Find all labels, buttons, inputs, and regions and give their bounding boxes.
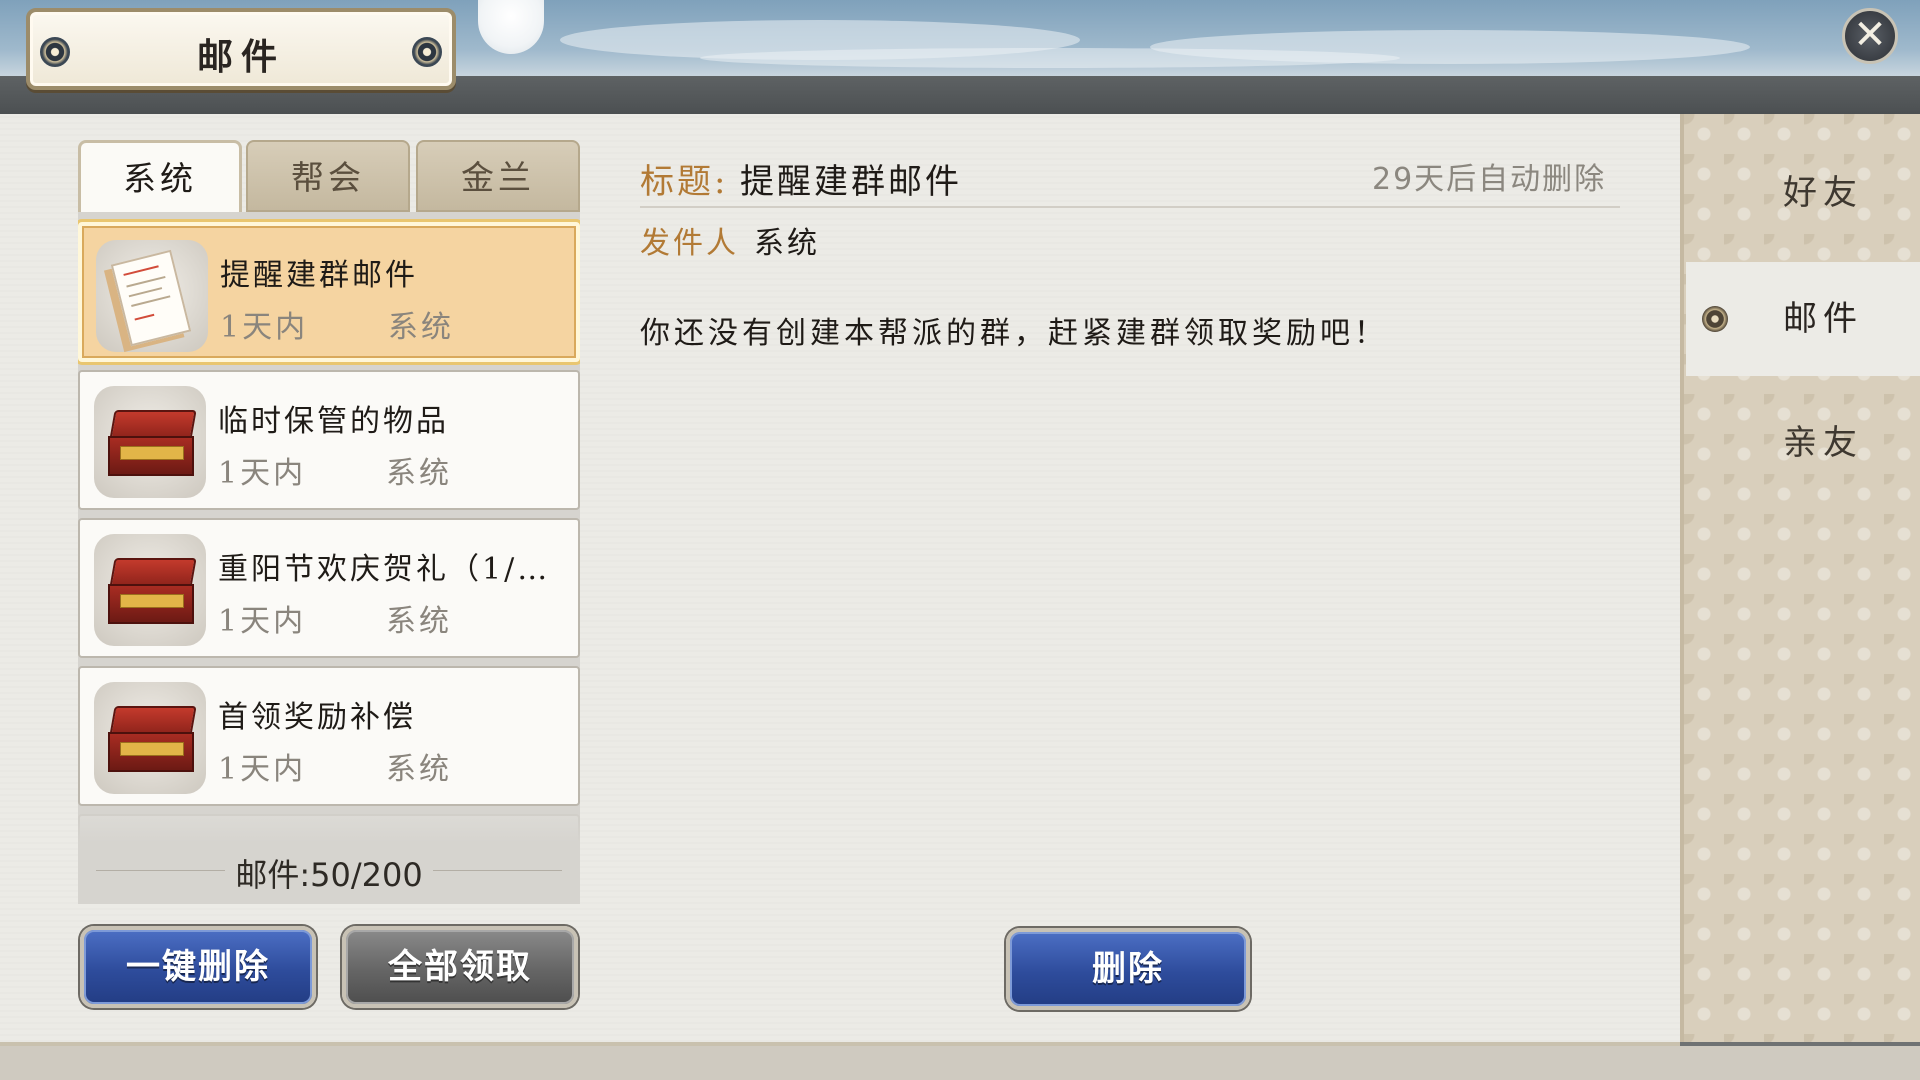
cloud-decoration xyxy=(700,48,1400,68)
claim-all-button[interactable]: 全部领取 xyxy=(342,926,578,1008)
mail-list-item[interactable]: 首领奖励补偿 1天内 系统 xyxy=(78,666,580,806)
mail-time: 1天内 xyxy=(218,752,307,787)
mail-sender: 系统 xyxy=(386,456,452,491)
scroll-icon xyxy=(110,249,192,347)
divider xyxy=(640,206,1620,208)
side-tab-relatives[interactable]: 亲友 xyxy=(1686,386,1920,500)
mail-list-item[interactable]: 重阳节欢庆贺礼（1/… 1天内 系统 xyxy=(78,518,580,658)
mail-icon-frame xyxy=(94,386,206,498)
mail-sender: 系统 xyxy=(388,310,454,345)
mail-list-item[interactable]: 临时保管的物品 1天内 系统 xyxy=(78,370,580,510)
side-tab-label: 邮件 xyxy=(1783,299,1863,339)
bottom-strip xyxy=(0,1046,1920,1080)
mail-list[interactable]: 提醒建群邮件 1天内 系统 临时保管的物品 1天内 系统 重阳节欢庆贺礼（1/…… xyxy=(78,212,580,904)
moon-decoration xyxy=(478,0,544,54)
mail-time: 1天内 xyxy=(218,604,307,639)
mail-list-item[interactable]: 提醒建群邮件 1天内 系统 xyxy=(78,222,580,362)
mail-body: 你还没有创建本帮派的群，赶紧建群领取奖励吧！ xyxy=(640,316,1388,351)
mail-list-footer: 邮件:50/200 xyxy=(78,810,580,904)
side-nav-panel xyxy=(1680,114,1920,1042)
mail-icon-frame xyxy=(96,240,208,352)
tab-label: 金兰 xyxy=(461,158,535,197)
mail-sender: 系统 xyxy=(386,752,452,787)
mail-title: 首领奖励补偿 xyxy=(218,700,416,735)
side-tab-label: 亲友 xyxy=(1783,423,1863,463)
tab-label: 系统 xyxy=(123,159,197,198)
mail-icon-frame xyxy=(94,682,206,794)
treasure-chest-icon xyxy=(108,410,197,476)
treasure-chest-icon xyxy=(108,558,197,624)
detail-title-label: 标题: xyxy=(640,162,729,202)
mail-title: 临时保管的物品 xyxy=(218,404,449,439)
ornament-knot-icon xyxy=(412,37,442,67)
mail-count: 邮件:50/200 xyxy=(78,850,580,896)
auto-delete-notice: 29天后自动删除 xyxy=(1372,162,1607,197)
window-title: 邮件 xyxy=(196,36,285,78)
mail-title: 重阳节欢庆贺礼（1/… xyxy=(218,552,551,587)
detail-sender-label: 发件人 xyxy=(640,226,739,261)
close-icon: ✕ xyxy=(1853,12,1887,58)
tab-label: 帮会 xyxy=(291,158,365,197)
tab-sworn[interactable]: 金兰 xyxy=(416,140,580,212)
mail-title: 提醒建群邮件 xyxy=(220,258,418,293)
detail-title-value: 提醒建群邮件 xyxy=(740,162,962,202)
close-button[interactable]: ✕ xyxy=(1842,8,1898,64)
mail-icon-frame xyxy=(94,534,206,646)
delete-button[interactable]: 删除 xyxy=(1006,928,1250,1010)
treasure-chest-icon xyxy=(108,706,197,772)
tab-system[interactable]: 系统 xyxy=(78,140,242,212)
side-tab-mail[interactable]: 邮件 xyxy=(1686,262,1920,376)
window-title-plate: 邮件 xyxy=(26,8,456,90)
detail-sender-value: 系统 xyxy=(754,226,820,261)
side-tab-label: 好友 xyxy=(1783,173,1863,213)
mail-time: 1天内 xyxy=(220,310,309,345)
active-marker-icon xyxy=(1702,306,1728,332)
tab-guild[interactable]: 帮会 xyxy=(246,140,410,212)
mail-sender: 系统 xyxy=(386,604,452,639)
side-tab-friends[interactable]: 好友 xyxy=(1686,136,1920,250)
mail-time: 1天内 xyxy=(218,456,307,491)
delete-all-button[interactable]: 一键删除 xyxy=(80,926,316,1008)
